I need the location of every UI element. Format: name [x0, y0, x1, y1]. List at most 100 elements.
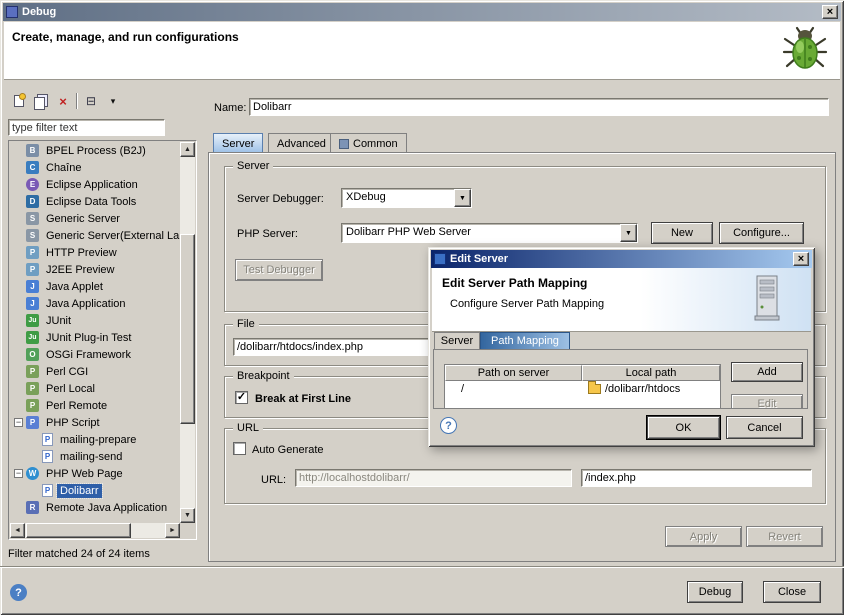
- help-icon[interactable]: ?: [10, 584, 27, 601]
- debug-button-label: Debug: [699, 586, 731, 598]
- apply-button-label: Apply: [690, 531, 718, 543]
- add-button-label: Add: [757, 366, 777, 378]
- php-server-label: PHP Server:: [237, 228, 298, 240]
- table-row[interactable]: / /dolibarr/htdocs: [445, 381, 720, 397]
- tree-item-cha-ne[interactable]: CChaîne: [10, 159, 180, 176]
- close-window-button[interactable]: ×: [822, 5, 838, 19]
- filter-menu-button[interactable]: ▾: [102, 91, 124, 111]
- edit-mapping-button[interactable]: Edit: [731, 394, 803, 409]
- url-base-input[interactable]: [295, 469, 572, 487]
- duplicate-launch-configuration-button[interactable]: [30, 91, 52, 111]
- tree-item-mailing-send[interactable]: Pmailing-send: [10, 448, 180, 465]
- add-mapping-button[interactable]: Add: [731, 362, 803, 382]
- tree-item-dolibarr[interactable]: PDolibarr: [10, 482, 180, 499]
- tab-common-label: Common: [353, 138, 398, 150]
- tree-expander-icon[interactable]: −: [14, 418, 23, 427]
- tree-item-perl-remote[interactable]: PPerl Remote: [10, 397, 180, 414]
- tree-item-label: Java Application: [43, 297, 129, 311]
- tree-expander-icon[interactable]: −: [14, 469, 23, 478]
- debug-button[interactable]: Debug: [687, 581, 743, 603]
- scroll-down-icon[interactable]: ▼: [180, 508, 195, 523]
- chevron-down-icon[interactable]: ▼: [620, 224, 637, 242]
- close-button[interactable]: Close: [763, 581, 821, 603]
- column-path-on-server[interactable]: Path on server: [445, 365, 582, 381]
- php-server-combo[interactable]: Dolibarr PHP Web Server ▼: [341, 223, 638, 243]
- new-configuration-icon: [14, 95, 24, 107]
- tree-item-java-applet[interactable]: JJava Applet: [10, 278, 180, 295]
- tree-item-label: Perl CGI: [43, 365, 91, 379]
- test-debugger-button[interactable]: Test Debugger: [235, 259, 323, 281]
- tree-item-eclipse-data-tools[interactable]: DEclipse Data Tools: [10, 193, 180, 210]
- tree-item-java-application[interactable]: JJava Application: [10, 295, 180, 312]
- tree-horizontal-scrollbar[interactable]: ◄ ►: [10, 523, 180, 538]
- tab-common[interactable]: Common: [330, 133, 407, 153]
- configure-button-label: Configure...: [733, 227, 790, 239]
- perl-icon: P: [26, 365, 39, 378]
- url-file-input[interactable]: [581, 469, 812, 487]
- chevron-down-icon[interactable]: ▼: [454, 189, 471, 207]
- config-tree: BBPEL Process (B2J)CChaîneEEclipse Appli…: [10, 142, 180, 523]
- tree-item-label: Generic Server(External La: [43, 229, 180, 243]
- auto-generate-checkbox[interactable]: [233, 442, 246, 455]
- junit-plugin-icon: Ju: [26, 331, 39, 344]
- tree-item-php-script[interactable]: −PPHP Script: [10, 414, 180, 431]
- php-file-icon: P: [42, 450, 53, 463]
- tree-item-generic-server[interactable]: SGeneric Server: [10, 210, 180, 227]
- edit-button-label: Edit: [758, 398, 777, 409]
- scroll-right-icon[interactable]: ►: [165, 523, 180, 538]
- configure-server-button[interactable]: Configure...: [719, 222, 804, 244]
- filter-input[interactable]: [8, 119, 165, 136]
- vertical-scroll-thumb[interactable]: [180, 234, 195, 424]
- server-icon: S: [26, 212, 39, 225]
- window-titlebar[interactable]: Debug ×: [3, 3, 841, 21]
- tree-item-php-web-page[interactable]: −WPHP Web Page: [10, 465, 180, 482]
- column-local-path[interactable]: Local path: [582, 365, 720, 381]
- scroll-up-icon[interactable]: ▲: [180, 142, 195, 157]
- break-at-first-line-label: Break at First Line: [255, 393, 351, 405]
- php-file-icon: P: [42, 433, 53, 446]
- tree-item-label: J2EE Preview: [43, 263, 117, 277]
- tree-item-label: OSGi Framework: [43, 348, 134, 362]
- delete-launch-configuration-button[interactable]: ×: [52, 91, 74, 111]
- tree-item-generic-server-external-la[interactable]: SGeneric Server(External La: [10, 227, 180, 244]
- dialog-tab-path-mapping-label: Path Mapping: [491, 335, 559, 347]
- tree-item-label: mailing-send: [57, 450, 125, 464]
- tree-item-osgi-framework[interactable]: OOSGi Framework: [10, 346, 180, 363]
- tab-server[interactable]: Server: [213, 133, 263, 153]
- tree-item-junit[interactable]: JuJUnit: [10, 312, 180, 329]
- tree-item-mailing-prepare[interactable]: Pmailing-prepare: [10, 431, 180, 448]
- tree-item-j2ee-preview[interactable]: PJ2EE Preview: [10, 261, 180, 278]
- server-debugger-combo[interactable]: XDebug ▼: [341, 188, 472, 208]
- tab-advanced[interactable]: Advanced: [268, 133, 335, 153]
- dialog-help-icon[interactable]: ?: [440, 417, 457, 434]
- window-icon: [6, 6, 18, 18]
- tab-server-label: Server: [222, 138, 254, 150]
- tree-item-eclipse-application[interactable]: EEclipse Application: [10, 176, 180, 193]
- tree-item-perl-cgi[interactable]: P Perl CGI: [10, 363, 180, 380]
- tree-item-bpel-process-b2j-[interactable]: BBPEL Process (B2J): [10, 142, 180, 159]
- bpel-icon: B: [26, 144, 39, 157]
- dialog-titlebar[interactable]: Edit Server ×: [431, 250, 812, 268]
- dialog-tab-server[interactable]: Server: [434, 332, 480, 349]
- new-launch-configuration-button[interactable]: [8, 91, 30, 111]
- tree-item-http-preview[interactable]: PHTTP Preview: [10, 244, 180, 261]
- revert-button[interactable]: Revert: [746, 526, 823, 547]
- apply-button[interactable]: Apply: [665, 526, 742, 547]
- tree-item-junit-plug-in-test[interactable]: JuJUnit Plug-in Test: [10, 329, 180, 346]
- tree-item-perl-local[interactable]: PPerl Local: [10, 380, 180, 397]
- tree-item-remote-java-application[interactable]: RRemote Java Application: [10, 499, 180, 516]
- tree-vertical-scrollbar[interactable]: ▲ ▼: [180, 142, 195, 523]
- collapse-all-button[interactable]: ⊟: [80, 91, 102, 111]
- new-server-button[interactable]: New: [651, 222, 713, 244]
- scroll-left-icon[interactable]: ◄: [10, 523, 25, 538]
- ok-button[interactable]: OK: [647, 416, 720, 439]
- break-at-first-line-checkbox[interactable]: ✓: [235, 391, 248, 404]
- perl-icon: P: [26, 399, 39, 412]
- dialog-tab-path-mapping[interactable]: Path Mapping: [480, 332, 570, 349]
- window-title: Debug: [22, 6, 818, 18]
- close-dialog-button[interactable]: ×: [793, 252, 809, 266]
- local-path-value: /dolibarr/htdocs: [605, 383, 680, 395]
- configuration-name-input[interactable]: [249, 98, 829, 116]
- horizontal-scroll-thumb[interactable]: [26, 523, 131, 538]
- cancel-button[interactable]: Cancel: [726, 416, 803, 439]
